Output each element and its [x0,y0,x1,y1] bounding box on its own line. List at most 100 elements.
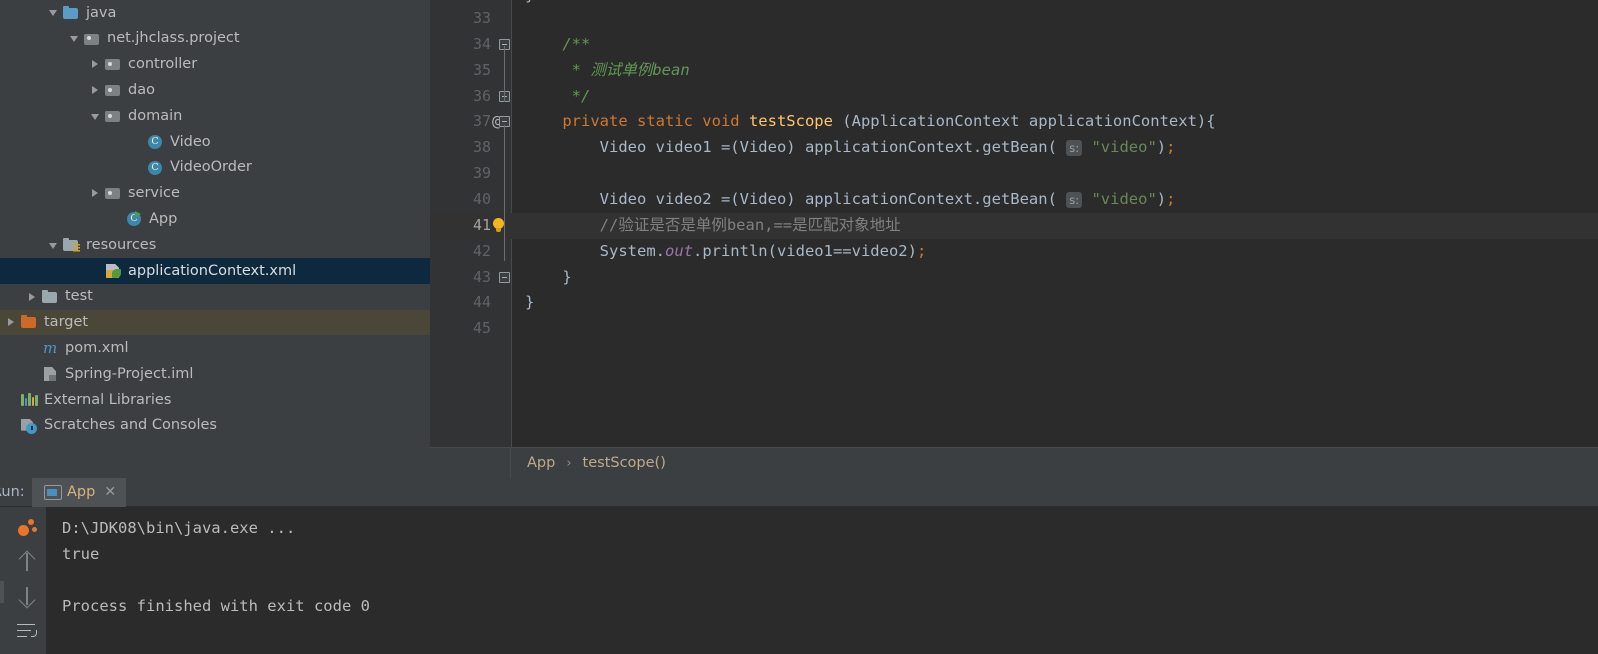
folder-package-icon [105,108,122,124]
tree-item-dao[interactable]: dao [0,77,430,103]
chevron-right-icon[interactable] [89,84,102,97]
code-token: testScope [748,112,843,131]
code-line[interactable]: 45 [430,316,1598,342]
code-token: * 测试单例bean [571,60,690,79]
chevron-down-icon[interactable] [47,6,60,19]
code-line[interactable]: 35 * 测试单例bean [430,58,1598,84]
line-number: 41 [472,215,491,234]
folder-source-icon [63,5,80,21]
chevron-right-icon[interactable] [89,187,102,200]
code-token: } [525,267,572,286]
fold-connector-line [504,125,505,261]
chevron-right-icon[interactable] [89,58,102,71]
code-token: Video video2 =(Video) applicationContext… [525,189,1067,208]
tree-item-service[interactable]: service [0,181,430,207]
tree-item-spring-project-iml[interactable]: Spring-Project.iml [0,361,430,387]
rerun-icon[interactable] [15,516,39,536]
folder-resources-icon [63,237,80,253]
soft-wrap-icon[interactable] [15,620,39,639]
tree-item-domain[interactable]: domain [0,103,430,129]
code-text: /** [525,32,590,58]
tree-item-label: resources [86,236,157,253]
code-line[interactable]: 37 @ private static void testScope (Appli… [430,109,1598,135]
tree-item-label: pom.xml [65,340,129,356]
code-line[interactable]: 34 /** [430,32,1598,58]
breadcrumb[interactable]: App › testScope() [430,447,1598,478]
tree-item-label: App [149,211,178,228]
code-line[interactable]: 40 Video video2 =(Video) applicationCont… [430,187,1598,213]
tree-item-applicationcontext-xml[interactable]: applicationContext.xml [0,257,430,284]
run-toolbar[interactable] [9,507,45,654]
tree-item-video[interactable]: C Video [0,129,430,155]
run-config-tab-app[interactable]: App ✕ [32,477,127,507]
tree-item-label: VideoOrder [170,159,252,176]
code-text: */ [525,84,591,110]
code-token: private static void [562,112,749,131]
tree-item-scratches-and-consoles[interactable]: Scratches and Consoles [0,413,430,439]
chevron-down-icon[interactable] [89,110,102,123]
code-line[interactable]: 42 System.out.println(video1==video2); [430,239,1598,265]
code-text: private static void testScope (Applicati… [525,109,1215,135]
code-token: */ [571,86,591,105]
code-lines[interactable]: }3334 /**35 * 测试单例bean36 */37@ private s… [430,0,1598,447]
code-line[interactable]: 33 [430,6,1598,32]
breadcrumb-class[interactable]: App [525,455,557,471]
folder-package-icon [105,185,122,201]
chevron-down-icon[interactable] [68,32,81,45]
tree-item-net-jhclass-project[interactable]: net.jhclass.project [0,26,430,52]
code-line-current[interactable]: 41 //验证是否是单例bean,==是匹配对象地址 [430,212,1598,239]
chevron-down-icon[interactable] [47,239,60,252]
code-line[interactable]: 44} [430,290,1598,316]
tree-item-test[interactable]: test [0,284,430,310]
code-line[interactable]: 38 Video video1 =(Video) applicationCont… [430,135,1598,161]
code-token: "video" [1091,138,1157,157]
tree-item-label: target [44,314,89,331]
tree-item-controller[interactable]: controller [0,52,430,78]
run-sidebar-strip [0,507,9,654]
tree-item-app[interactable]: C App [0,206,430,232]
scroll-down-icon[interactable] [15,585,39,605]
breadcrumb-method[interactable]: testScope() [581,455,668,471]
tree-item-pom-xml[interactable]: m pom.xml [0,335,430,361]
code-token: out [664,241,693,260]
console-command-line[interactable]: D:\JDK08\bin\java.exe ... [62,519,295,537]
code-token: //验证是否是单例bean,==是匹配对象地址 [525,215,901,234]
breadcrumb-gutter-spacer [430,447,511,478]
folder-package-icon [84,31,101,47]
tree-item-target[interactable]: target [0,309,430,336]
code-editor-panel[interactable]: }3334 /**35 * 测试单例bean36 */37@ private s… [430,0,1598,478]
line-number: 42 [472,241,491,260]
tree-item-label: service [128,185,180,202]
code-token: ; [916,241,927,260]
close-icon[interactable]: ✕ [104,485,116,499]
console-line: Process finished with exit code 0 [62,597,370,615]
fold-toggle-icon[interactable] [499,271,510,283]
code-token: ; [1166,138,1176,157]
tree-item-external-libraries[interactable]: External Libraries [0,387,430,413]
libraries-icon [21,392,38,408]
line-number: 34 [472,34,491,53]
tree-item-label: External Libraries [44,391,172,408]
tree-item-resources[interactable]: resources [0,232,430,258]
run-tab-label: App [67,484,96,500]
code-token: Video video1 =(Video) applicationContext… [525,138,1067,157]
chevron-right-icon[interactable] [5,316,18,329]
tree-item-label: Video [170,133,211,150]
tree-item-videoorder[interactable]: C VideoOrder [0,155,430,181]
tree-item-label: dao [128,82,155,99]
chevron-right-icon[interactable] [26,290,39,303]
code-line[interactable]: 36 */ [430,84,1598,110]
code-line[interactable]: 43 } [430,265,1598,291]
code-line[interactable]: 39 [430,161,1598,187]
tree-item-java[interactable]: java [0,0,430,26]
scroll-up-icon[interactable] [15,551,39,571]
console-output[interactable]: D:\JDK08\bin\java.exe ... true Process f… [46,507,1598,654]
fold-connector-line [504,45,505,102]
code-token: ) [1156,189,1167,208]
project-tree-panel[interactable]: java net.jhclass.project controller dao doma… [0,0,430,478]
